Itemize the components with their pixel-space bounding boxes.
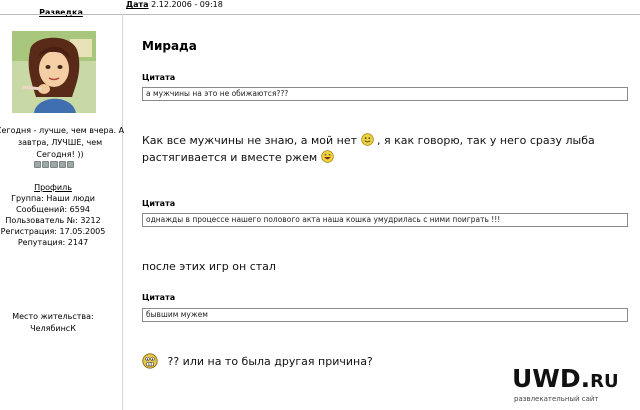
avatar-image bbox=[12, 31, 96, 113]
scared-icon bbox=[142, 353, 158, 369]
user-registered: Регистрация: 17.05.2005 bbox=[0, 227, 106, 236]
user-group: Группа: Наши люди bbox=[11, 194, 95, 203]
rank-pip bbox=[58, 161, 66, 168]
user-number: Пользователь №: 3212 bbox=[5, 216, 101, 225]
paragraph-1-line-1: Как все мужчины не знаю, а мой нет , я к… bbox=[142, 132, 595, 149]
rank-pip bbox=[34, 161, 42, 168]
paragraph-1-line-2: растягивается и вместе ржем bbox=[142, 149, 595, 166]
watermark-logo: UWD.RU bbox=[512, 366, 640, 395]
post-date: Дата 2.12.2006 - 09:18 bbox=[126, 0, 223, 9]
rank-pip bbox=[42, 161, 50, 168]
location-label: Место жительства: bbox=[12, 312, 94, 321]
user-reputation: Репутация: 2147 bbox=[17, 238, 89, 247]
paragraph-3-text: ?? или на то была другая причина? bbox=[167, 355, 373, 368]
quote-box-3: бывшим мужем bbox=[142, 308, 628, 322]
site-watermark: UWD.RU развлекательный сайт bbox=[512, 366, 640, 406]
laugh-icon bbox=[320, 150, 334, 163]
watermark-logo-main: UWD. bbox=[512, 364, 591, 393]
date-label: Дата bbox=[126, 0, 149, 9]
paragraph-1-text-a: Как все мужчины не знаю, а мой нет bbox=[142, 134, 357, 147]
watermark-tagline: развлекательный сайт bbox=[514, 395, 599, 403]
quote-box-1: а мужчины на это не обижаются??? bbox=[142, 87, 628, 101]
smile-icon bbox=[360, 133, 374, 146]
status-line-2: завтра, ЛУЧШЕ, чем bbox=[17, 138, 103, 147]
quote-label-3: Цитата bbox=[142, 293, 176, 302]
rank-pip bbox=[50, 161, 58, 168]
quote-label-2: Цитата bbox=[142, 199, 176, 208]
date-value: 2.12.2006 - 09:18 bbox=[151, 0, 223, 9]
paragraph-1-text-c: растягивается и вместе ржем bbox=[142, 151, 318, 164]
user-profile-block: Профиль Группа: Наши люди Сообщений: 659… bbox=[0, 182, 106, 248]
profile-link[interactable]: Профиль bbox=[0, 182, 106, 193]
post-paragraph-2: после этих игр он стал bbox=[142, 260, 276, 273]
user-avatar[interactable] bbox=[12, 31, 96, 113]
column-divider bbox=[122, 14, 123, 410]
post-header: Разведка Дата 2.12.2006 - 09:18 bbox=[0, 0, 640, 17]
user-status-text: Сегодня - лучше, чем вчера. А завтра, ЛУ… bbox=[0, 125, 130, 161]
rank-pips bbox=[34, 161, 75, 168]
rank-pip bbox=[66, 161, 75, 168]
post-paragraph-1: Как все мужчины не знаю, а мой нет , я к… bbox=[142, 132, 595, 166]
post-paragraph-3: ?? или на то была другая причина? bbox=[142, 353, 373, 370]
watermark-logo-ru: RU bbox=[590, 371, 619, 392]
status-line-1: Сегодня - лучше, чем вчера. А bbox=[0, 126, 125, 135]
paragraph-1-text-b: , я как говорю, так у него сразу лыба bbox=[377, 134, 595, 147]
user-location: Место жительства: ЧелябинсК bbox=[0, 311, 106, 335]
status-line-3: Сегодня! )) bbox=[36, 150, 84, 159]
post-author-title: Мирада bbox=[142, 39, 197, 53]
quote-box-2: однажды в процессе нашего полового акта … bbox=[142, 213, 628, 227]
user-posts: Сообщений: 6594 bbox=[16, 205, 90, 214]
location-value: ЧелябинсК bbox=[30, 324, 76, 333]
quote-label-1: Цитата bbox=[142, 73, 176, 82]
